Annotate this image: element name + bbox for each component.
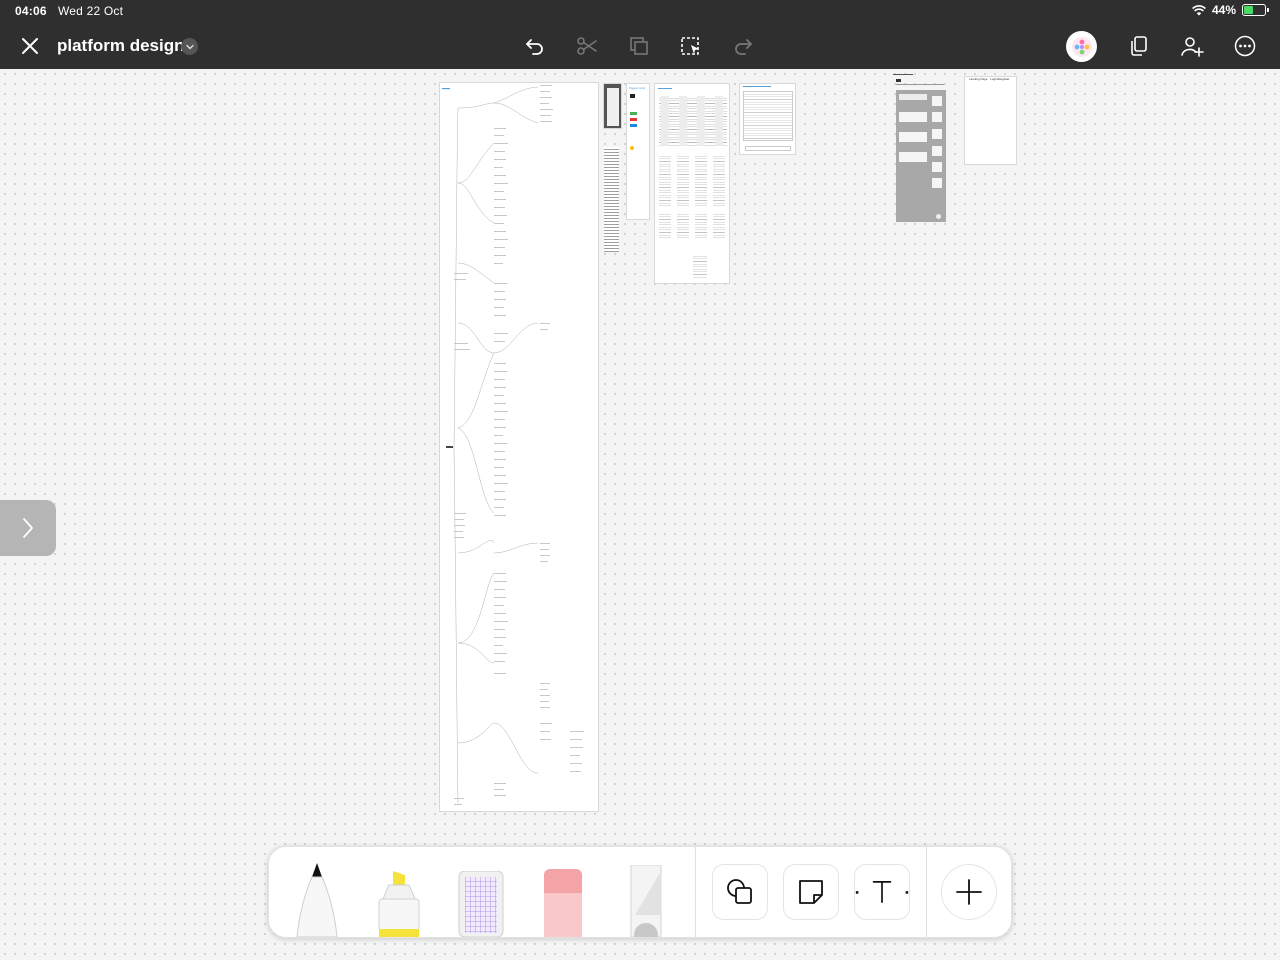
shapes-button[interactable] [712, 864, 768, 920]
component-strip[interactable] [604, 147, 619, 252]
document-title[interactable]: platform design [57, 36, 185, 56]
highlighter-icon [378, 871, 420, 937]
redo-button[interactable] [728, 31, 758, 61]
flows-page[interactable] [654, 83, 730, 284]
more-button[interactable] [1230, 31, 1260, 61]
close-button[interactable] [18, 34, 42, 58]
undo-icon [526, 39, 543, 55]
sidebar-toggle-button[interactable] [0, 500, 56, 556]
duplicate-icon [630, 37, 648, 55]
palette-divider [926, 847, 927, 937]
plus-icon [956, 879, 982, 905]
add-collaborator-button[interactable] [1177, 31, 1207, 61]
scissors-icon [577, 37, 597, 55]
text-button[interactable] [854, 864, 910, 920]
sticky-note-icon [799, 880, 823, 904]
board-label-colors: Pages Color [629, 86, 646, 90]
status-date: Wed 22 Oct [58, 4, 124, 18]
landing-page-board[interactable]: Landing Page · Login/Register [964, 76, 1017, 165]
chevron-down-icon [185, 44, 194, 49]
status-right: 44% [1192, 3, 1269, 17]
more-options-icon [1234, 35, 1256, 57]
phone-mockup-board[interactable] [893, 74, 947, 223]
cut-button[interactable] [572, 31, 602, 61]
shapes-icon [727, 879, 752, 904]
title-menu-button[interactable] [181, 38, 198, 55]
sticky-note-button[interactable] [783, 864, 839, 920]
undo-button[interactable] [520, 31, 550, 61]
select-button[interactable] [676, 31, 706, 61]
board-label-landing: Landing Page · Login/Register [969, 77, 1010, 81]
wireframe-page[interactable] [739, 83, 796, 155]
edit-tools [520, 31, 758, 61]
lasso-ruler-icon [630, 864, 662, 937]
add-button[interactable] [941, 864, 997, 920]
tool-palette [268, 846, 1012, 938]
document-tools [1124, 31, 1260, 61]
top-bar: 04:06 Wed 22 Oct 44% platform design [0, 0, 1280, 69]
whiteboard-canvas[interactable]: Pages Color Landing Page · Login/Registe… [0, 69, 1280, 960]
eraser-tool[interactable] [541, 867, 585, 937]
battery-icon [1242, 4, 1269, 16]
ruler-tool[interactable] [627, 864, 665, 937]
select-region-icon [681, 37, 699, 55]
battery-percent: 44% [1211, 3, 1236, 17]
chevron-right-icon [23, 518, 33, 538]
highlighter-tool[interactable] [373, 871, 425, 937]
pages-button[interactable] [1124, 31, 1154, 61]
duplicate-button[interactable] [624, 31, 654, 61]
tape-tool[interactable] [455, 870, 507, 937]
text-icon [855, 881, 909, 903]
close-icon [22, 38, 38, 54]
pen-tool[interactable] [295, 863, 339, 937]
status-time: 04:06 [15, 4, 47, 18]
ruler-tape-icon [458, 870, 504, 937]
wifi-icon [1192, 4, 1206, 15]
avatar[interactable] [1066, 31, 1097, 62]
redo-icon [735, 39, 752, 55]
color-swatch-board[interactable]: Pages Color [626, 83, 650, 220]
profile-logo-icon [1071, 36, 1092, 57]
palette-divider [695, 847, 696, 937]
mindmap-page[interactable] [439, 82, 599, 812]
add-user-icon [1181, 37, 1204, 57]
pages-icon [1131, 36, 1147, 56]
style-panel-board[interactable] [603, 83, 622, 129]
eraser-icon [544, 869, 582, 937]
pen-icon [296, 863, 338, 937]
mindmap-diagram [442, 85, 584, 805]
